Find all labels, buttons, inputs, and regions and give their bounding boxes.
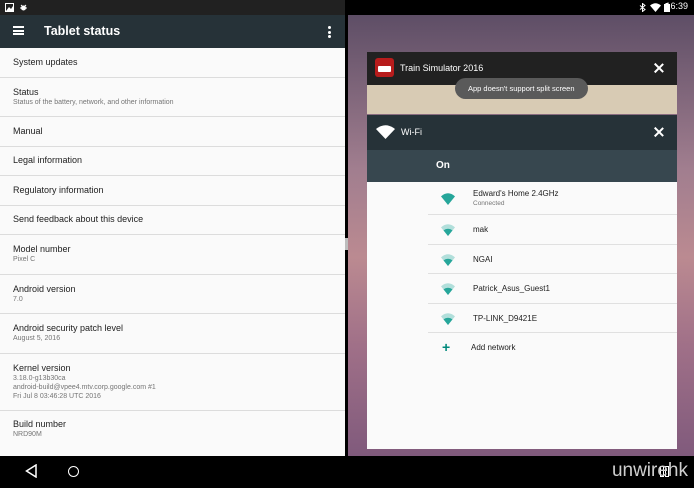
wifi-network-name: TP-LINK_D9421E — [473, 313, 538, 323]
wifi-card-header: Wi-Fi — [367, 115, 677, 150]
wifi-network-item[interactable]: Edward's Home 2.4GHz Connected — [428, 184, 677, 215]
bluetooth-icon — [639, 3, 646, 12]
status-bar-left — [0, 0, 345, 15]
split-screen-toast: App doesn't support split screen — [455, 78, 588, 99]
clock: 16:39 — [665, 1, 688, 11]
setting-system-updates[interactable]: System updates — [0, 48, 345, 78]
wifi-network-item[interactable]: Patrick_Asus_Guest1 — [428, 274, 677, 304]
setting-manual[interactable]: Manual — [0, 117, 345, 147]
dismiss-app-close-icon[interactable] — [654, 63, 664, 73]
wifi-state-label: On — [436, 160, 450, 171]
setting-title: Manual — [13, 125, 43, 136]
wifi-network-item[interactable]: TP-LINK_D9421E — [428, 304, 677, 333]
wifi-network-status: Connected — [473, 200, 505, 207]
wifi-card[interactable]: Wi-Fi On Edward's Home 2.4GHz Connected … — [367, 115, 677, 449]
setting-title: Legal information — [13, 155, 83, 166]
add-network-item[interactable]: + Add network — [428, 333, 677, 363]
recent-app-title: Train Simulator 2016 — [400, 63, 484, 73]
add-network-label: Add network — [471, 343, 516, 352]
wifi-network-item[interactable]: mak — [428, 215, 677, 245]
wifi-signal-icon — [441, 283, 455, 295]
setting-title: Kernel version — [13, 362, 71, 373]
setting-model-number[interactable]: Model number Pixel C — [0, 235, 345, 275]
setting-subtitle: August 5, 2016 — [13, 335, 61, 343]
setting-subtitle: NRD90M — [13, 431, 42, 438]
setting-send-feedback[interactable]: Send feedback about this device — [0, 206, 345, 235]
setting-subtitle-line: 3.18.0-g13b30ca — [13, 374, 66, 382]
setting-subtitle: Status of the battery, network, and othe… — [13, 98, 174, 106]
wifi-signal-icon — [441, 312, 455, 325]
wifi-card-title: Wi-Fi — [401, 127, 422, 137]
app-toolbar: Tablet status — [0, 15, 345, 48]
setting-title: System updates — [13, 56, 78, 67]
setting-title: Build number — [13, 419, 67, 429]
menu-icon[interactable] — [13, 26, 24, 35]
wifi-icon — [376, 125, 395, 139]
recents-pane: Train Simulator 2016 App doesn't support… — [348, 15, 694, 456]
setting-subtitle: 7.0 — [13, 295, 23, 303]
page-title: Tablet status — [44, 24, 121, 38]
setting-title: Send feedback about this device — [13, 214, 144, 225]
image-notification-icon — [5, 3, 14, 12]
wifi-network-item[interactable]: NGAI — [428, 245, 677, 274]
wifi-network-list: Edward's Home 2.4GHz Connected mak NGAI … — [428, 184, 677, 363]
setting-kernel-version[interactable]: Kernel version 3.18.0-g13b30ca android-b… — [0, 354, 345, 411]
wifi-network-name: Patrick_Asus_Guest1 — [473, 284, 550, 293]
wifi-status-icon — [650, 3, 661, 12]
plus-icon: + — [442, 339, 451, 355]
bug-notification-icon — [20, 4, 27, 11]
setting-title: Android security patch level — [13, 323, 124, 334]
status-bar: 16:39 — [0, 0, 694, 15]
settings-list: System updates Status Status of the batt… — [0, 48, 345, 448]
setting-subtitle-line: Fri Jul 8 03:46:28 UTC 2016 — [13, 392, 101, 400]
back-icon[interactable] — [25, 464, 37, 478]
setting-title: Model number — [13, 244, 71, 255]
settings-pane: Tablet status System updates Status Stat… — [0, 15, 345, 456]
setting-android-version[interactable]: Android version 7.0 — [0, 275, 345, 314]
more-options-icon[interactable] — [328, 26, 331, 40]
home-icon[interactable] — [68, 466, 79, 477]
wifi-network-name: Edward's Home 2.4GHz — [473, 189, 559, 198]
setting-legal-information[interactable]: Legal information — [0, 147, 345, 176]
dismiss-wifi-close-icon[interactable] — [654, 127, 664, 137]
wifi-toggle-bar[interactable]: On — [367, 150, 677, 182]
setting-subtitle: Pixel C — [13, 256, 36, 264]
train-simulator-app-icon — [375, 58, 394, 77]
setting-status[interactable]: Status Status of the battery, network, a… — [0, 78, 345, 117]
wifi-signal-full-icon — [441, 193, 455, 205]
setting-title: Android version — [13, 283, 76, 294]
navigation-bar: unwirehk — [0, 456, 694, 488]
setting-build-number[interactable]: Build number NRD90M — [0, 411, 345, 448]
setting-title: Regulatory information — [13, 184, 104, 195]
watermark: unwirehk — [611, 460, 688, 481]
wifi-network-name: mak — [473, 225, 489, 234]
setting-subtitle-line: android-build@vpee4.mtv.corp.google.com … — [13, 383, 156, 391]
setting-title: Status — [13, 86, 39, 97]
wifi-network-name: NGAI — [473, 254, 493, 264]
wifi-signal-icon — [441, 253, 455, 266]
setting-regulatory-information[interactable]: Regulatory information — [0, 176, 345, 206]
setting-security-patch-level[interactable]: Android security patch level August 5, 2… — [0, 314, 345, 354]
wifi-signal-icon — [441, 224, 455, 236]
